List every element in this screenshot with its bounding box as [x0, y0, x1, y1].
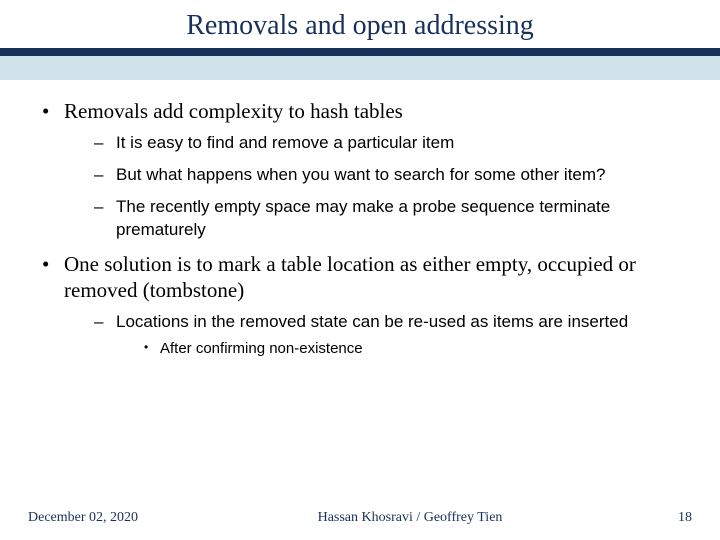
divider-navy	[0, 48, 720, 56]
header-band: Removals and open addressing	[0, 0, 720, 80]
sub-bullet-item: Locations in the removed state can be re…	[94, 311, 694, 359]
footer-authors: Hassan Khosravi / Geoffrey Tien	[168, 510, 652, 526]
sub-bullet-list: Locations in the removed state can be re…	[64, 311, 694, 359]
divider-lightblue	[0, 56, 720, 80]
slide-title: Removals and open addressing	[0, 0, 720, 48]
bullet-item: Removals add complexity to hash tables I…	[42, 98, 694, 241]
subsub-bullet-item: After confirming non-existence	[144, 339, 694, 359]
subsub-bullet-text: After confirming non-existence	[160, 340, 363, 357]
slide-content: Removals add complexity to hash tables I…	[0, 80, 720, 359]
sub-bullet-text: The recently empty space may make a prob…	[116, 197, 610, 238]
footer-date: December 02, 2020	[28, 510, 168, 526]
bullet-list: Removals add complexity to hash tables I…	[26, 98, 694, 359]
sub-bullet-list: It is easy to find and remove a particul…	[64, 132, 694, 240]
bullet-item: One solution is to mark a table location…	[42, 251, 694, 359]
sub-bullet-item: But what happens when you want to search…	[94, 164, 694, 186]
bullet-text: One solution is to mark a table location…	[64, 252, 636, 302]
slide-footer: December 02, 2020 Hassan Khosravi / Geof…	[0, 510, 720, 526]
sub-bullet-text: Locations in the removed state can be re…	[116, 312, 628, 331]
sub-bullet-item: It is easy to find and remove a particul…	[94, 132, 694, 154]
sub-bullet-text: But what happens when you want to search…	[116, 165, 606, 184]
subsub-bullet-list: After confirming non-existence	[116, 339, 694, 359]
bullet-text: Removals add complexity to hash tables	[64, 99, 403, 123]
footer-page-number: 18	[652, 510, 692, 526]
sub-bullet-text: It is easy to find and remove a particul…	[116, 133, 454, 152]
sub-bullet-item: The recently empty space may make a prob…	[94, 196, 694, 240]
